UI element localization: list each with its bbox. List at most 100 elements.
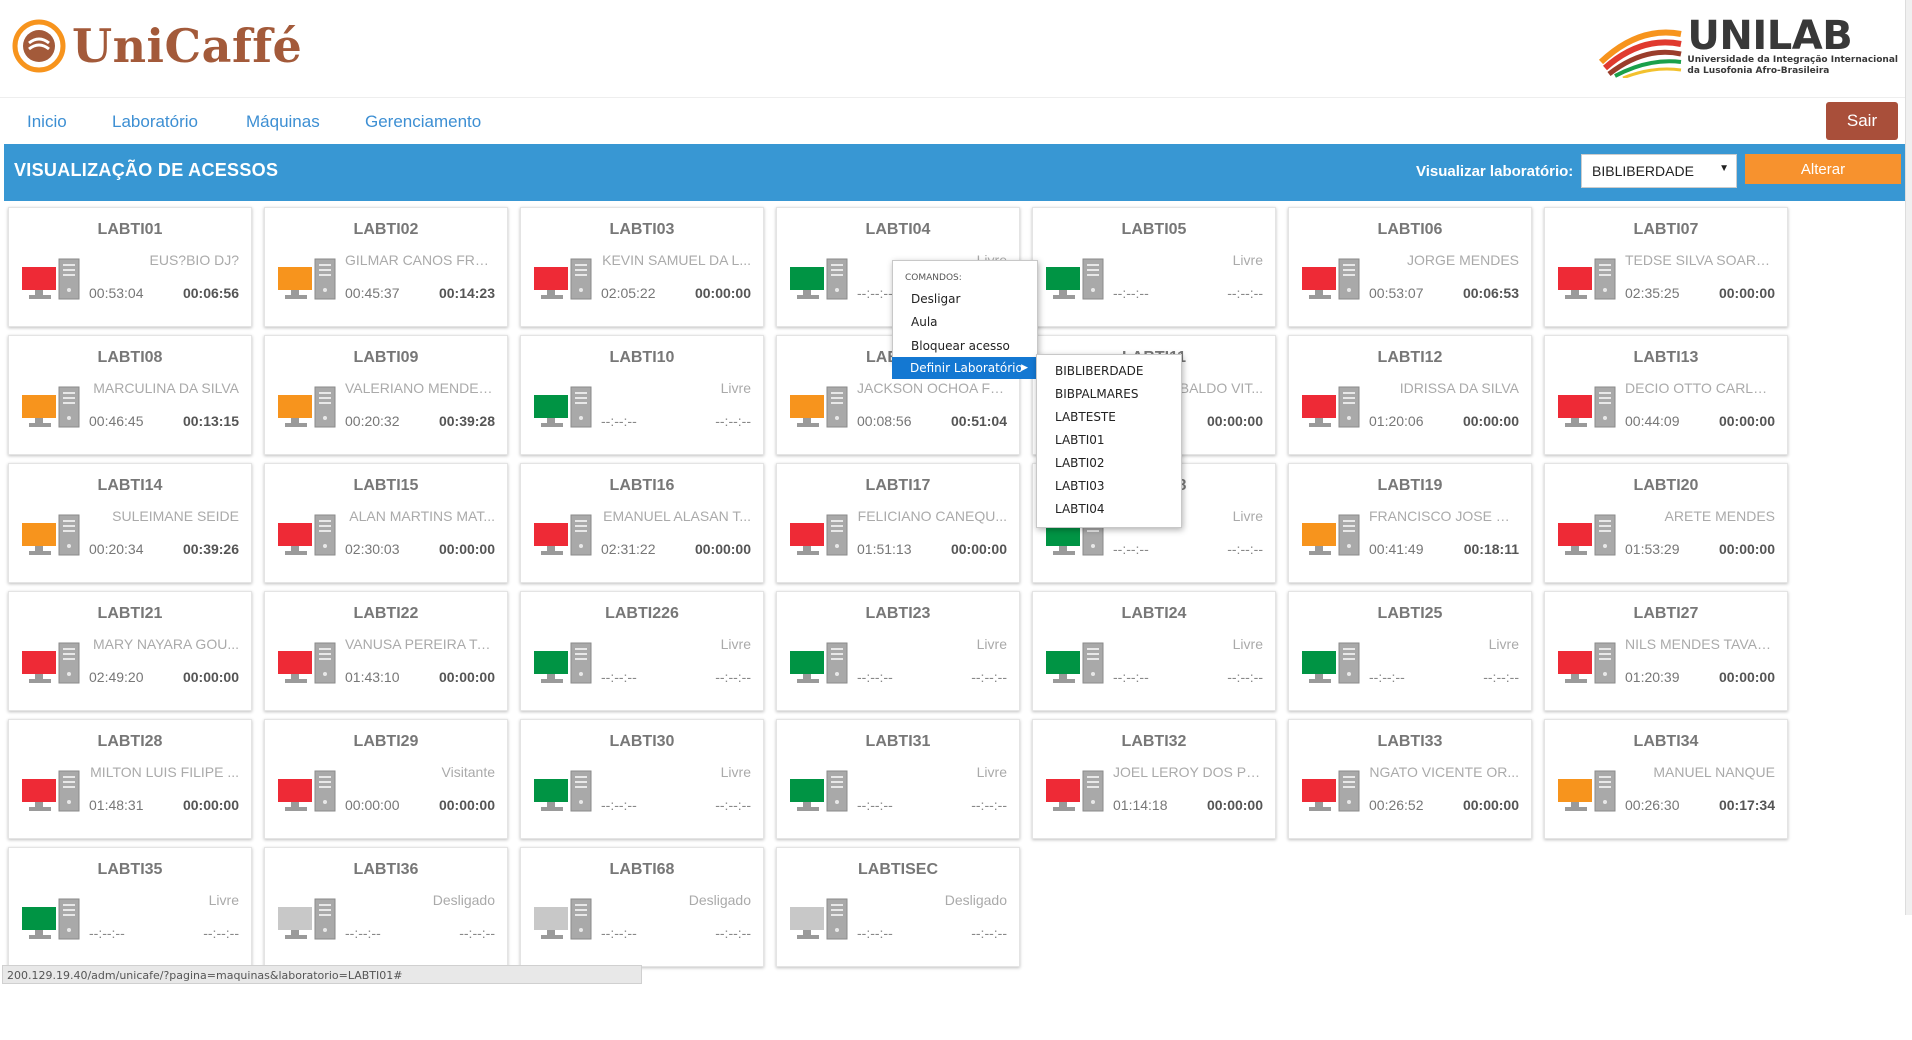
menu-item-aula[interactable]: Aula	[893, 311, 1037, 333]
lab-select[interactable]: BIBLIBERDADE ▼	[1581, 154, 1737, 188]
machine-user: IDRISSA DA SILVA	[1399, 380, 1519, 396]
machine-card[interactable]: LABTI23 Livre --:--:-- --:--:--	[776, 591, 1020, 711]
machine-name: LABTI17	[865, 477, 931, 494]
submenu-item-bibpalmares[interactable]: BIBPALMARES	[1037, 383, 1181, 405]
machine-card[interactable]: LABTI09 VALERIANO MENDES... 00:20:32 00:39:…	[264, 335, 508, 455]
machine-card[interactable]: LABTI19 FRANCISCO JOSE DA ... 00:41:49 00:1…	[1288, 463, 1532, 583]
machine-name: LABTI31	[865, 733, 931, 750]
nav-maquinas[interactable]: Máquinas	[246, 112, 320, 132]
machine-user: Livre	[1232, 636, 1263, 652]
machine-user: ARETE MENDES	[1664, 508, 1775, 524]
machine-card[interactable]: LABTI08 MARCULINA DA SILVA 00:46:45 00:13:1…	[8, 335, 252, 455]
time-in-use: 01:14:18	[1113, 797, 1168, 813]
machine-card[interactable]: LABTI16 EMANUEL ALASAN T... 02:31:22 00:00:…	[520, 463, 764, 583]
machine-card[interactable]: LABTI24 Livre --:--:-- --:--:--	[1032, 591, 1276, 711]
machine-name: LABTI36	[353, 861, 419, 878]
machine-name: LABTI15	[353, 477, 419, 494]
machine-card[interactable]: LABTI02 GILMAR CANOS FROSE 00:45:37 00:14:2…	[264, 207, 508, 327]
computer-icon	[278, 386, 336, 428]
logout-button[interactable]: Sair	[1826, 102, 1898, 140]
computer-icon	[22, 642, 80, 684]
time-remaining: 00:18:11	[1463, 541, 1519, 557]
submenu-item-bibliberdade[interactable]: BIBLIBERDADE	[1037, 360, 1181, 382]
machine-card[interactable]: LABTI31 Livre --:--:-- --:--:--	[776, 719, 1020, 839]
submenu-item-labti02[interactable]: LABTI02	[1037, 452, 1181, 474]
machine-card[interactable]: LABTI27 NILS MENDES TAVAR... 01:20:39 00:00…	[1544, 591, 1788, 711]
university-subtitle-1: Universidade da Integração Internacional	[1687, 55, 1898, 65]
submenu-item-labti03[interactable]: LABTI03	[1037, 475, 1181, 497]
machine-name: LABTI14	[97, 477, 163, 494]
scrollbar[interactable]	[1905, 0, 1912, 915]
submenu-item-labti04[interactable]: LABTI04	[1037, 498, 1181, 520]
context-menu: COMANDOS: Desligar Aula Bloquear acesso	[892, 260, 1038, 362]
computer-icon	[1046, 258, 1104, 300]
machine-card[interactable]: LABTI14 SULEIMANE SEIDE 00:20:34 00:39:26	[8, 463, 252, 583]
nav-laboratorio[interactable]: Laboratório	[112, 112, 198, 132]
unicaffe-logo[interactable]: UniCaffé	[12, 16, 302, 76]
machine-user: TEDSE SILVA SOARES...	[1625, 252, 1775, 268]
submenu-item-labti01[interactable]: LABTI01	[1037, 429, 1181, 451]
time-in-use: 00:53:04	[89, 285, 144, 301]
machine-card[interactable]: LABTI06 JORGE MENDES 00:53:07 00:06:53	[1288, 207, 1532, 327]
machine-card[interactable]: LABTI34 MANUEL NANQUE 00:26:30 00:17:34	[1544, 719, 1788, 839]
machine-card[interactable]: LABTI07 TEDSE SILVA SOARES... 02:35:25 00:0…	[1544, 207, 1788, 327]
machine-card[interactable]: LABTI17 FELICIANO CANEQU... 01:51:13 00:00:…	[776, 463, 1020, 583]
time-remaining: --:--:--	[715, 413, 751, 429]
machine-card[interactable]: LABTI226 Livre --:--:-- --:--:--	[520, 591, 764, 711]
machine-card[interactable]: LABTI12 IDRISSA DA SILVA 01:20:06 00:00:00	[1288, 335, 1532, 455]
machine-card[interactable]: LABTI35 Livre --:--:-- --:--:--	[8, 847, 252, 967]
lab-select-value: BIBLIBERDADE	[1592, 163, 1694, 179]
machine-card[interactable]: LABTI03 KEVIN SAMUEL DA L... 02:05:22 00:00…	[520, 207, 764, 327]
machine-card[interactable]: LABTISEC Desligado --:--:-- --:--:--	[776, 847, 1020, 967]
computer-icon	[790, 258, 848, 300]
computer-icon	[22, 770, 80, 812]
machine-user: JORGE MENDES	[1406, 252, 1519, 268]
machine-name: LABTI05	[1121, 221, 1187, 238]
machine-card[interactable]: LABTI05 Livre --:--:-- --:--:--	[1032, 207, 1276, 327]
time-in-use: 00:44:09	[1625, 413, 1680, 429]
machine-card[interactable]: LABTI28 MILTON LUIS FILIPE ... 01:48:31 00:…	[8, 719, 252, 839]
machine-card[interactable]: LABTI30 Livre --:--:-- --:--:--	[520, 719, 764, 839]
submenu-item-labteste[interactable]: LABTESTE	[1037, 406, 1181, 428]
machine-card[interactable]: LABTI13 DECIO OTTO CARLO... 00:44:09 00:00:…	[1544, 335, 1788, 455]
menu-item-bloquear-acesso[interactable]: Bloquear acesso	[893, 335, 1037, 357]
machine-card[interactable]: LABTI25 Livre --:--:-- --:--:--	[1288, 591, 1532, 711]
time-in-use: --:--:--	[1113, 541, 1149, 557]
time-remaining: 00:14:23	[438, 285, 495, 301]
machine-card[interactable]: LABTI10 Livre --:--:-- --:--:--	[520, 335, 764, 455]
time-in-use: 01:20:39	[1625, 669, 1680, 685]
menu-item-desligar[interactable]: Desligar	[893, 288, 1037, 310]
time-in-use: --:--:--	[857, 285, 893, 301]
time-in-use: --:--:--	[857, 925, 893, 941]
computer-icon	[1302, 770, 1360, 812]
main-nav: Inicio Laboratório Máquinas Gerenciament…	[0, 98, 1912, 144]
computer-icon	[534, 514, 592, 556]
machine-card[interactable]: LABTI36 Desligado --:--:-- --:--:--	[264, 847, 508, 967]
computer-icon	[278, 258, 336, 300]
alter-button[interactable]: Alterar	[1745, 154, 1901, 184]
machine-name: LABTI68	[609, 861, 675, 878]
nav-gerenciamento[interactable]: Gerenciamento	[365, 112, 481, 132]
machine-card[interactable]: LABTI15 ALAN MARTINS MAT... 02:30:03 00:00:…	[264, 463, 508, 583]
machine-user: MARCULINA DA SILVA	[93, 380, 239, 396]
machine-name: LABTI24	[1121, 605, 1187, 622]
machine-name: LABTI01	[97, 221, 163, 238]
machine-name: LABTI34	[1633, 733, 1699, 750]
machine-name: LABTI10	[609, 349, 675, 366]
machine-name: LABTI33	[1377, 733, 1443, 750]
machine-card[interactable]: LABTI20 ARETE MENDES 01:53:29 00:00:00	[1544, 463, 1788, 583]
machine-card[interactable]: LABTI68 Desligado --:--:-- --:--:--	[520, 847, 764, 967]
machine-card[interactable]: LABTI01 EUS?BIO DJ? 00:53:04 00:06:56	[8, 207, 252, 327]
machine-name: LABTI09	[353, 349, 419, 366]
time-remaining: 00:51:04	[950, 413, 1007, 429]
machine-card[interactable]: LABTI33 NGATO VICENTE OR... 00:26:52 00:00:…	[1288, 719, 1532, 839]
machine-card[interactable]: LABTI22 VANUSA PEREIRA TA... 01:43:10 00:00…	[264, 591, 508, 711]
machine-name: LABTI20	[1633, 477, 1699, 494]
machine-card[interactable]: LABTI29 Visitante 00:00:00 00:00:00	[264, 719, 508, 839]
menu-item-definir-laboratorio[interactable]: Definir Laboratório ▶	[892, 357, 1036, 379]
computer-icon	[1558, 642, 1616, 684]
machine-card[interactable]: LABTI21 MARY NAYARA GOU... 02:49:20 00:00:0…	[8, 591, 252, 711]
nav-inicio[interactable]: Inicio	[27, 112, 67, 132]
machine-card[interactable]: LABTI32 JOEL LEROY DOS PR... 01:14:18 00:00…	[1032, 719, 1276, 839]
time-in-use: --:--:--	[857, 797, 893, 813]
